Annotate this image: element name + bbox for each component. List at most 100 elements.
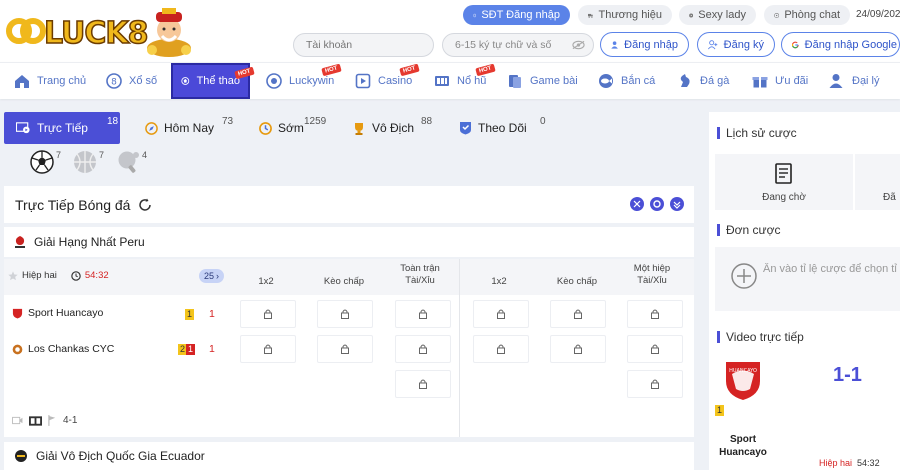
cards-icon <box>509 75 521 88</box>
logo[interactable]: LUCK8 <box>6 8 196 58</box>
sport-soccer[interactable]: 7 <box>30 150 61 176</box>
login-button[interactable]: Đăng nhập <box>600 32 689 57</box>
agent-icon <box>829 74 843 88</box>
chat-room-button[interactable]: Phòng chat <box>764 5 850 25</box>
chevron-right-icon: › <box>216 271 220 281</box>
tab-today[interactable]: Hôm Nay 73 <box>145 112 237 144</box>
nav-item-card-games[interactable]: Game bài <box>507 63 578 99</box>
password-field[interactable]: 6-15 ký tự chữ và số <box>442 33 594 57</box>
team-home-name: Sport Huancayo <box>28 307 104 319</box>
pending-bets-tile[interactable]: Đang chờ <box>715 154 853 210</box>
nav-label-agent: Đại lý <box>852 75 880 87</box>
nav-item-agent[interactable]: Đại lý <box>829 63 880 99</box>
league-ecuador[interactable]: Giải Vô Địch Quốc Gia Ecuador <box>4 442 694 470</box>
odds-cell-locked[interactable] <box>395 335 451 363</box>
collapse-all-icon[interactable] <box>670 197 684 211</box>
accent-bar <box>717 127 720 139</box>
match-footer: 4-1 <box>12 415 77 426</box>
league-peru[interactable]: Giải Hạng Nhất Peru <box>4 227 694 257</box>
tab-today-count: 73 <box>222 116 234 127</box>
more-bets-count: 25 <box>204 271 215 281</box>
nav-item-cockfight[interactable]: Đá gà <box>677 63 729 99</box>
col-header-half-ou: Một hiệp Tài/Xỉu <box>633 263 671 286</box>
settings-icon[interactable] <box>650 197 664 211</box>
phone-login-button[interactable]: SĐT Đăng nhập <box>463 5 570 25</box>
odds-cell-locked[interactable] <box>240 300 296 328</box>
club-badge-icon: HUANCAYO <box>726 362 760 400</box>
lock-icon <box>651 379 659 389</box>
more-bets-button[interactable]: 25 › <box>199 269 225 283</box>
accent-bar <box>717 331 720 343</box>
live-video-title: Video trực tiếp <box>726 330 804 344</box>
settled-bets-tile[interactable]: Đã <box>855 154 900 210</box>
home-score: 1 <box>209 308 215 320</box>
tab-following[interactable]: Theo Dõi 0 <box>459 112 551 144</box>
scoreboard-icon[interactable] <box>29 415 42 426</box>
pending-label: Đang chờ <box>762 192 806 203</box>
team-home: Sport Huancayo <box>12 307 103 319</box>
odds-cell-locked[interactable] <box>473 300 529 328</box>
tab-early[interactable]: Sớm 1259 <box>259 112 331 144</box>
sexy-lady-button[interactable]: Sexy lady <box>679 5 756 25</box>
odds-cell-locked[interactable] <box>627 300 683 328</box>
nav-label-card-games: Game bài <box>530 75 578 87</box>
league-logo-icon <box>15 236 25 248</box>
eye-hidden-icon[interactable] <box>572 40 585 50</box>
nav-item-promotions[interactable]: Ưu đãi <box>752 63 808 99</box>
nav-item-fishing[interactable]: Bắn cá <box>598 63 655 99</box>
odds-cell-locked[interactable] <box>395 370 451 398</box>
tab-championship[interactable]: Vô Địch 88 <box>352 112 440 144</box>
tab-live-label: Trực Tiếp <box>37 121 88 135</box>
register-button[interactable]: Đăng ký <box>697 32 775 57</box>
refresh-icon[interactable] <box>138 198 152 212</box>
add-user-icon <box>708 39 718 49</box>
brand-button[interactable]: Thương hiệu <box>578 5 672 25</box>
tab-following-label: Theo Dõi <box>478 121 527 135</box>
odds-cell-locked[interactable] <box>473 335 529 363</box>
odds-cell-locked[interactable] <box>550 335 606 363</box>
sport-basketball[interactable]: 7 <box>73 150 104 176</box>
tab-today-label: Hôm Nay <box>164 121 215 135</box>
col-header-1x2-half: 1x2 <box>491 276 507 287</box>
video-icon[interactable] <box>12 416 23 425</box>
odds-cell-locked[interactable] <box>627 335 683 363</box>
league-name: Giải Hạng Nhất Peru <box>34 235 145 249</box>
slot-icon <box>435 76 449 86</box>
nav-label-lottery: Xổ số <box>129 75 158 87</box>
tab-live[interactable]: Trực Tiếp 18 <box>4 112 120 144</box>
nav-item-lottery[interactable]: 8 Xổ số <box>106 63 157 99</box>
star-icon[interactable] <box>8 270 18 281</box>
nav-item-slots[interactable]: Nổ hũ HOT <box>434 63 496 99</box>
column-divider <box>459 259 460 437</box>
google-login-label: Đăng nhập Google <box>804 38 897 51</box>
odds-cell-locked[interactable] <box>550 300 606 328</box>
nav-item-luckywin[interactable]: Luckywin HOT <box>266 63 342 99</box>
fortune-god-icon <box>147 8 191 57</box>
lock-icon <box>341 344 349 354</box>
username-input[interactable] <box>293 33 434 57</box>
odds-cell-locked[interactable] <box>395 300 451 328</box>
expand-icon[interactable] <box>630 197 644 211</box>
play-icon <box>689 13 694 17</box>
lottery-icon: 8 <box>106 73 122 89</box>
section-title: Trực Tiếp Bóng đá <box>15 196 131 213</box>
lock-icon <box>497 309 505 319</box>
sport-pingpong[interactable]: 4 <box>116 150 147 176</box>
odds-cell-locked[interactable] <box>317 335 373 363</box>
odds-cell-locked[interactable] <box>317 300 373 328</box>
nav-item-casino[interactable]: Casino HOT <box>355 63 420 99</box>
tab-championship-count: 88 <box>421 116 433 127</box>
odds-cell-locked[interactable] <box>240 335 296 363</box>
google-login-button[interactable]: Đăng nhập Google <box>781 32 900 57</box>
corner-score: 4-1 <box>63 415 78 426</box>
bookmark-icon <box>460 122 471 135</box>
nav-item-sports[interactable]: Thể thao HOT <box>171 63 255 99</box>
phone-login-label: SĐT Đăng nhập <box>481 9 560 21</box>
basketball-icon <box>74 151 97 173</box>
nav-label-home: Trang chủ <box>37 75 87 87</box>
nav-item-home[interactable]: Trang chủ <box>14 63 86 99</box>
odds-cell-locked[interactable] <box>627 370 683 398</box>
sport-pingpong-count: 4 <box>142 150 148 160</box>
main-nav: Trang chủ 8 Xổ số Thể thao HOT Luckywin … <box>0 62 900 99</box>
svg-text:8: 8 <box>111 78 117 88</box>
